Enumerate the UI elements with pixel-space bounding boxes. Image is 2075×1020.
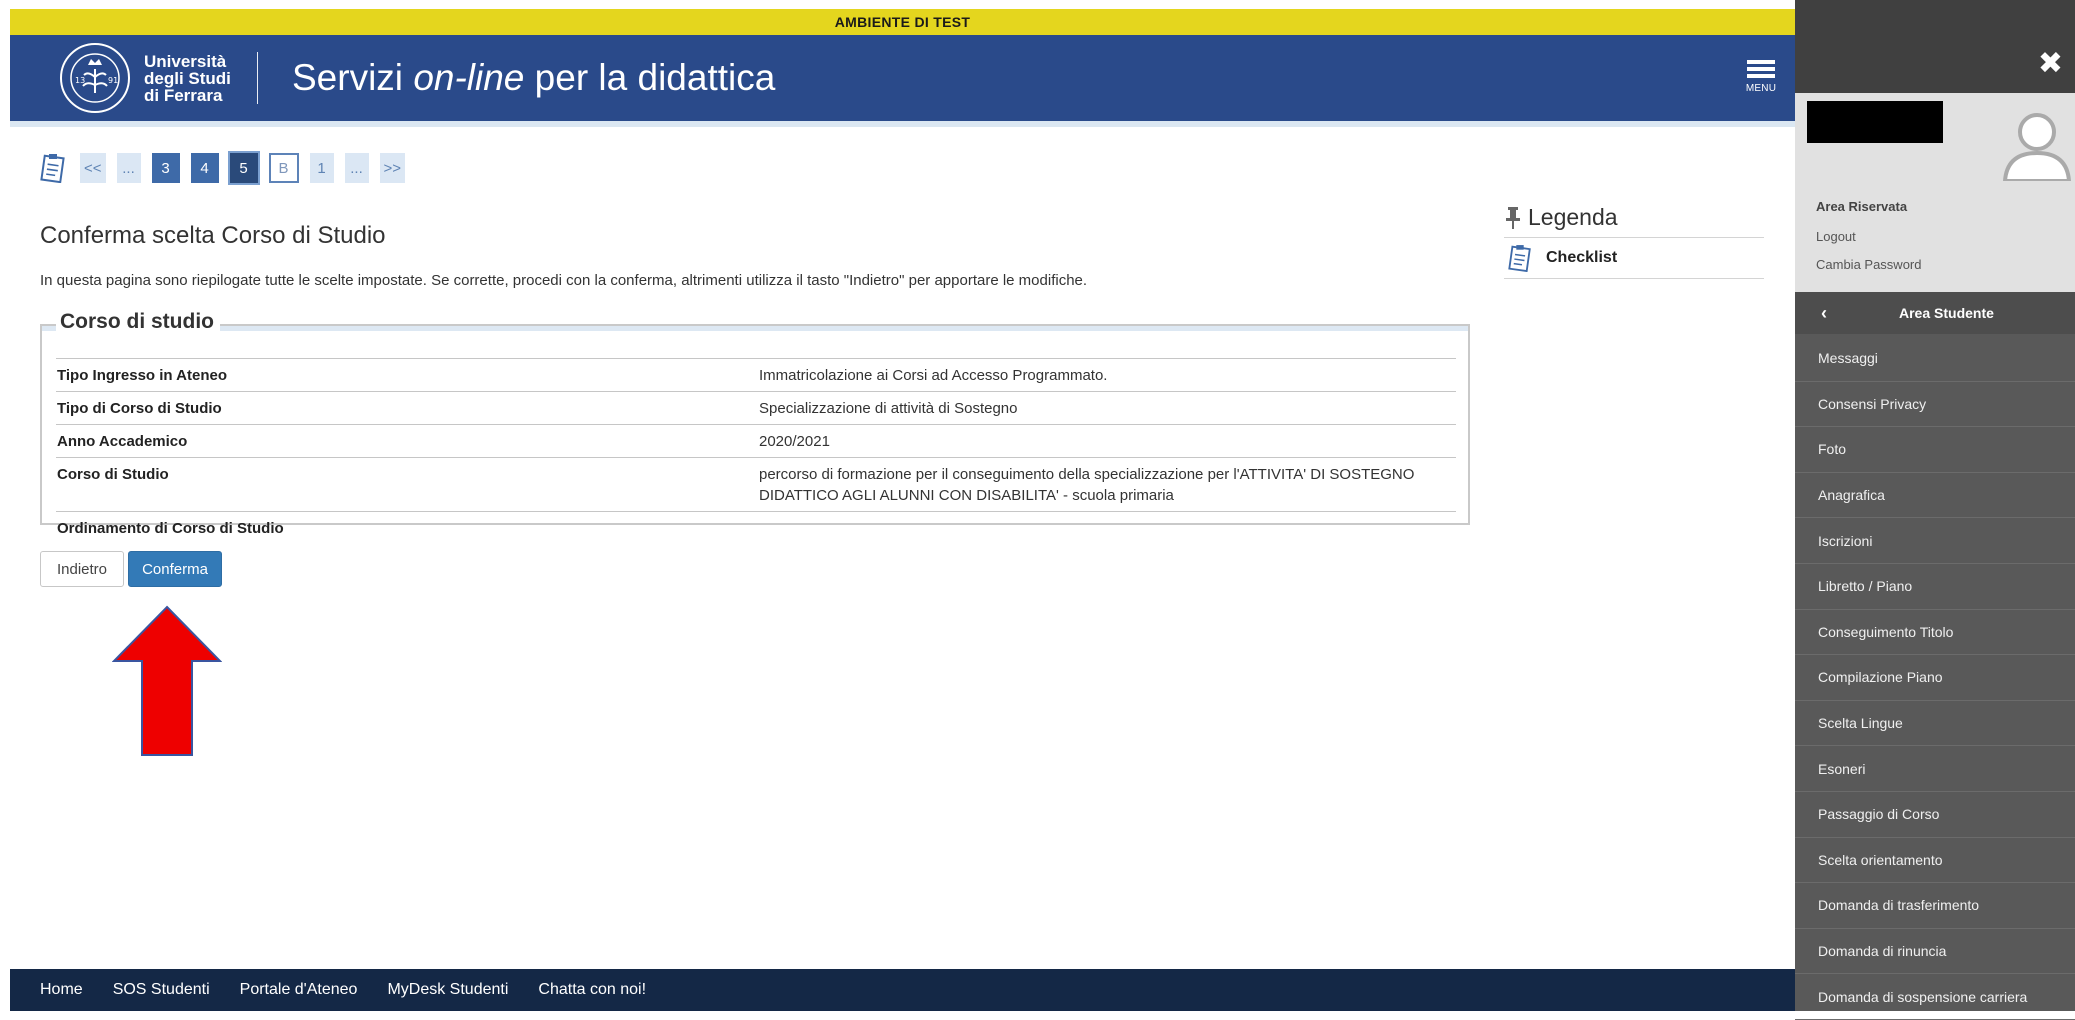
hamburger-icon — [1747, 57, 1775, 81]
table-row: Anno Accademico 2020/2021 — [56, 424, 1456, 458]
row-label: Tipo Ingresso in Ateneo — [56, 358, 758, 392]
logo-line: Università — [144, 51, 227, 71]
step-first[interactable]: << — [80, 153, 106, 183]
footer-link-mydesk[interactable]: MyDesk Studenti — [387, 981, 508, 999]
site-title-emphasis: on-line — [413, 57, 525, 98]
logo-wordmark: Università degli Studi di Ferrara — [144, 53, 239, 104]
back-button[interactable]: Indietro — [40, 551, 124, 587]
test-environment-banner: AMBIENTE DI TEST — [10, 9, 1795, 35]
step-last[interactable]: >> — [379, 153, 406, 183]
user-panel: Area Riservata Logout Cambia Password — [1795, 93, 2075, 292]
row-value: Immatricolazione ai Corsi ad Accesso Pro… — [758, 358, 1456, 392]
sidebar-item-passaggio-corso[interactable]: Passaggio di Corso — [1795, 792, 2075, 838]
legend-item-checklist: Checklist — [1504, 238, 1764, 279]
section-top-bar — [42, 326, 1468, 331]
checklist-icon[interactable] — [40, 153, 66, 183]
footer-link-sos-studenti[interactable]: SOS Studenti — [113, 981, 210, 999]
table-row: Tipo di Corso di Studio Specializzazione… — [56, 391, 1456, 425]
table-row: Tipo Ingresso in Ateneo Immatricolazione… — [56, 358, 1456, 392]
footer-link-portale-ateneo[interactable]: Portale d'Ateneo — [240, 981, 358, 999]
sidebar-item-scelta-lingue[interactable]: Scelta Lingue — [1795, 701, 2075, 747]
sidebar-item-compilazione-piano[interactable]: Compilazione Piano — [1795, 655, 2075, 701]
site-footer: Home SOS Studenti Portale d'Ateneo MyDes… — [10, 969, 1795, 1011]
sidebar-top-bar: ✖ — [1795, 0, 2075, 93]
pin-icon — [1506, 206, 1520, 229]
sidebar-item-consensi-privacy[interactable]: Consensi Privacy — [1795, 382, 2075, 428]
student-area-title: Area Studente — [1899, 305, 1994, 321]
step-5[interactable]: 5 — [227, 151, 260, 185]
legend-title-text: Legenda — [1528, 204, 1618, 230]
sidebar-item-foto[interactable]: Foto — [1795, 427, 2075, 473]
row-value — [758, 511, 1456, 544]
legend-panel: Legenda Checklist — [1504, 204, 1764, 279]
row-value: Specializzazione di attività di Sostegno — [758, 391, 1456, 425]
step-1[interactable]: 1 — [309, 153, 334, 183]
step-current-b: B — [268, 153, 299, 183]
student-area-header[interactable]: ‹ Area Studente — [1795, 292, 2075, 334]
avatar — [1999, 105, 2075, 181]
chevron-left-icon[interactable]: ‹ — [1821, 303, 1827, 324]
row-label: Tipo di Corso di Studio — [56, 391, 758, 425]
legend-title: Legenda — [1504, 204, 1764, 238]
sidebar-item-trasferimento[interactable]: Domanda di trasferimento — [1795, 883, 2075, 929]
sidebar-item-rinuncia[interactable]: Domanda di rinuncia — [1795, 929, 2075, 975]
svg-text:13: 13 — [75, 76, 85, 85]
row-value: 2020/2021 — [758, 424, 1456, 458]
sidebar-item-sospensione[interactable]: Domanda di sospensione carriera — [1795, 974, 2075, 1020]
step-4[interactable]: 4 — [190, 153, 219, 183]
table-row: Corso di Studio percorso di formazione p… — [56, 457, 1456, 512]
row-label: Ordinamento di Corso di Studio — [56, 511, 758, 544]
step-3[interactable]: 3 — [151, 153, 180, 183]
section-title: Corso di studio — [56, 310, 220, 334]
step-ellipsis: ... — [344, 153, 369, 183]
step-navigation: << ... 3 4 5 B 1 ... >> — [40, 151, 416, 185]
sidebar-item-anagrafica[interactable]: Anagrafica — [1795, 473, 2075, 519]
site-title-suffix: per la didattica — [524, 57, 776, 98]
logo-line: di Ferrara — [144, 85, 223, 105]
close-icon[interactable]: ✖ — [2038, 46, 2063, 81]
sidebar-item-conseguimento-titolo[interactable]: Conseguimento Titolo — [1795, 610, 2075, 656]
legend-item-label: Checklist — [1546, 249, 1618, 266]
menu-button[interactable]: MENU — [1733, 57, 1789, 103]
sidebar-item-iscrizioni[interactable]: Iscrizioni — [1795, 518, 2075, 564]
redacted-username — [1807, 101, 1943, 143]
header-divider — [257, 52, 258, 104]
svg-text:91: 91 — [108, 76, 118, 85]
menu-label: MENU — [1745, 83, 1777, 94]
annotation-arrow-icon — [112, 605, 222, 756]
university-seal-icon: 13 91 — [60, 43, 130, 113]
confirm-button[interactable]: Conferma — [128, 551, 222, 587]
logo-line: degli Studi — [144, 68, 231, 88]
sidebar-item-messaggi[interactable]: Messaggi — [1795, 336, 2075, 382]
checklist-icon — [1508, 245, 1531, 272]
logout-link[interactable]: Logout — [1816, 229, 1856, 244]
header-underline — [10, 121, 1795, 127]
site-title-prefix: Servizi — [292, 57, 414, 98]
table-row: Ordinamento di Corso di Studio — [56, 511, 1456, 544]
sidebar-item-libretto[interactable]: Libretto / Piano — [1795, 564, 2075, 610]
site-header: 13 91 Università degli Studi di Ferrara … — [10, 35, 1795, 121]
university-logo[interactable]: 13 91 Università degli Studi di Ferrara — [58, 41, 239, 115]
sidebar-menu: ✖ Area Riservata Logout Cambia Password … — [1795, 0, 2075, 1020]
row-label: Corso di Studio — [56, 457, 758, 512]
footer-link-home[interactable]: Home — [40, 981, 83, 999]
step-ellipsis: ... — [116, 153, 141, 183]
page-title: Conferma scelta Corso di Studio — [40, 222, 386, 249]
site-title: Servizi on-line per la didattica — [292, 57, 775, 99]
change-password-link[interactable]: Cambia Password — [1816, 257, 1922, 272]
student-menu: Messaggi Consensi Privacy Foto Anagrafic… — [1795, 336, 2075, 1020]
sidebar-item-scelta-orientamento[interactable]: Scelta orientamento — [1795, 838, 2075, 884]
page-intro: In questa pagina sono riepilogate tutte … — [40, 272, 1088, 289]
row-value: percorso di formazione per il conseguime… — [758, 457, 1456, 512]
row-label: Anno Accademico — [56, 424, 758, 458]
course-summary-section: Corso di studio Tipo Ingresso in Ateneo … — [40, 310, 1470, 544]
sidebar-item-esoneri[interactable]: Esoneri — [1795, 746, 2075, 792]
reserved-area-title: Area Riservata — [1816, 199, 1908, 214]
footer-link-chat[interactable]: Chatta con noi! — [538, 981, 646, 999]
course-summary-table: Tipo Ingresso in Ateneo Immatricolazione… — [56, 358, 1456, 544]
